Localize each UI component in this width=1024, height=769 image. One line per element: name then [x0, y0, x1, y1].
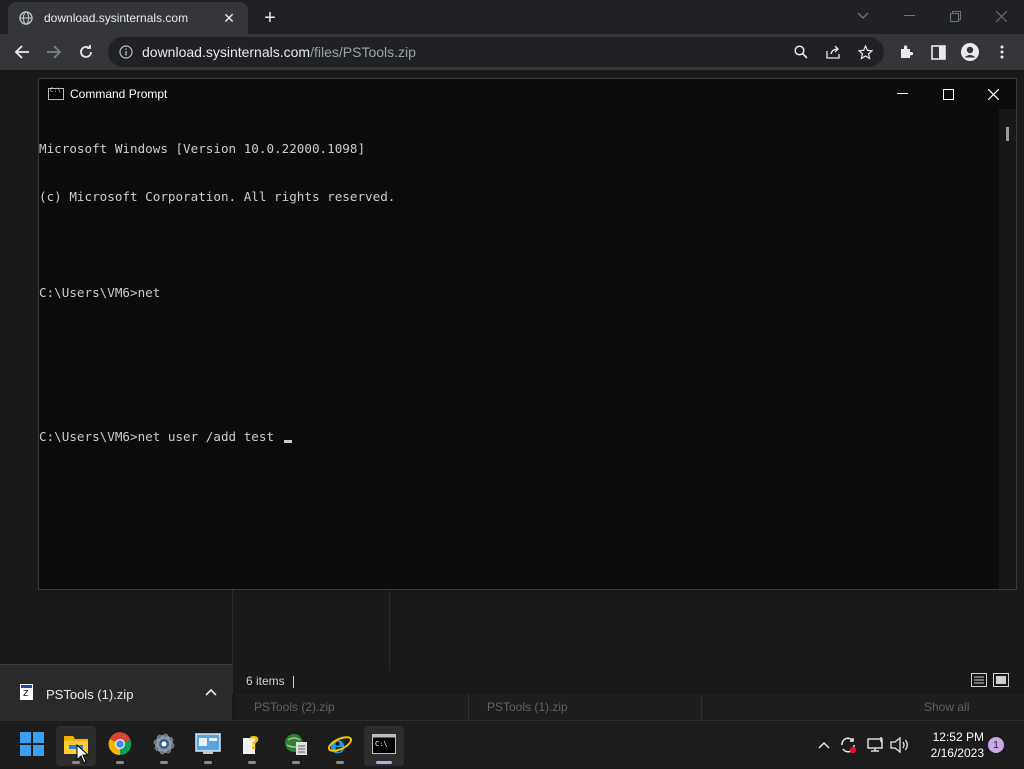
settings-icon: [152, 732, 176, 761]
taskbar-chrome[interactable]: [100, 726, 140, 766]
running-indicator: [292, 761, 300, 764]
mouse-pointer-icon: [76, 743, 90, 769]
tab-search-icon[interactable]: [840, 4, 886, 28]
reload-button[interactable]: [72, 38, 100, 66]
tab-close-icon[interactable]: ✕: [220, 9, 238, 27]
site-info-icon[interactable]: [118, 44, 134, 60]
file-explorer-window: [232, 590, 1017, 694]
chrome-icon: [108, 731, 132, 761]
restore-icon[interactable]: [932, 4, 978, 28]
start-button[interactable]: [12, 726, 52, 766]
download-item[interactable]: Z PSTools (1).zip: [18, 683, 133, 706]
zip-file-icon: Z: [18, 683, 36, 706]
search-icon[interactable]: [790, 41, 812, 63]
download-item-name: PSTools (1).zip: [46, 687, 134, 702]
svg-text:Z: Z: [23, 689, 29, 698]
console-line: (c) Microsoft Corporation. All rights re…: [39, 189, 396, 204]
internet-explorer-icon: e: [327, 730, 353, 761]
taskbar-internet-explorer[interactable]: e: [320, 726, 360, 766]
new-tab-button[interactable]: +: [258, 6, 282, 30]
ghost-download-bar: PSTools (2).zip PSTools (1).zip Show all: [236, 694, 1024, 720]
large-icons-view-icon[interactable]: [993, 673, 1009, 687]
console-scrollbar-thumb[interactable]: [1006, 127, 1009, 141]
taskbar-help[interactable]: ?: [232, 726, 272, 766]
explorer-status-text: 6 items: [246, 674, 294, 688]
console-output[interactable]: Microsoft Windows [Version 10.0.22000.10…: [39, 109, 1001, 589]
volume-icon[interactable]: [890, 735, 910, 755]
explorer-divider: [389, 590, 390, 670]
cmd-close-button[interactable]: [970, 79, 1016, 109]
console-current-command: C:\Users\VM6>net user /add test: [39, 429, 282, 444]
console-line: Microsoft Windows [Version 10.0.22000.10…: [39, 141, 366, 156]
command-prompt-icon: C:\: [372, 733, 396, 759]
console-scrollbar[interactable]: [999, 109, 1016, 589]
network-icon: [284, 732, 308, 761]
browser-tabstrip: download.sysinternals.com ✕ +: [0, 0, 1024, 34]
clock-date: 2/16/2023: [930, 746, 984, 760]
text-cursor: [283, 440, 292, 443]
url-path: /files/PSTools.zip: [310, 44, 416, 60]
svg-text:C:\: C:\: [375, 740, 388, 748]
chevron-up-icon[interactable]: [814, 735, 834, 755]
cmd-maximize-button[interactable]: [925, 79, 971, 109]
close-window-icon[interactable]: [978, 4, 1024, 28]
browser-toolbar: download.sysinternals.com/files/PSTools.…: [0, 34, 1024, 70]
windows-logo-icon: [20, 731, 44, 761]
tab-title: download.sysinternals.com: [44, 11, 189, 25]
sync-icon[interactable]: [838, 735, 858, 755]
control-panel-icon: [195, 732, 221, 760]
back-button[interactable]: [8, 38, 36, 66]
details-view-icon[interactable]: [971, 673, 987, 687]
taskbar-settings[interactable]: [144, 726, 184, 766]
bookmark-star-icon[interactable]: [854, 41, 876, 63]
cmd-title: Command Prompt: [70, 87, 168, 101]
running-indicator: [160, 761, 168, 764]
cmd-minimize-button[interactable]: [879, 79, 925, 109]
taskbar-clock[interactable]: 12:52 PM 2/16/2023: [918, 729, 984, 761]
menu-kebab-icon[interactable]: [988, 38, 1016, 66]
profile-icon[interactable]: [956, 38, 984, 66]
side-panel-icon[interactable]: [924, 38, 952, 66]
chevron-up-icon[interactable]: [205, 685, 217, 699]
help-icon: ?: [241, 732, 263, 761]
running-indicator: [204, 761, 212, 764]
console-input-line[interactable]: C:\Users\VM6>net user /add test: [39, 429, 1001, 445]
notification-badge[interactable]: 1: [988, 737, 1004, 753]
running-indicator: [248, 761, 256, 764]
command-prompt-window[interactable]: Command Prompt Microsoft Windows [Versio…: [38, 78, 1017, 590]
console-line: C:\Users\VM6>net: [39, 285, 161, 300]
url-host: download.sysinternals.com: [142, 44, 311, 60]
ghost-download-item: PSTools (1).zip: [469, 694, 702, 720]
browser-tab[interactable]: download.sysinternals.com ✕: [8, 2, 248, 34]
clock-time: 12:52 PM: [932, 730, 984, 744]
share-icon[interactable]: [822, 41, 844, 63]
network-status-icon[interactable]: [866, 735, 886, 755]
globe-icon: [18, 10, 34, 26]
ghost-download-item: PSTools (2).zip: [236, 694, 469, 720]
forward-button[interactable]: [40, 38, 68, 66]
ghost-show-all: Show all: [924, 700, 970, 714]
active-indicator: [376, 761, 392, 764]
taskbar-network-tool[interactable]: [276, 726, 316, 766]
extensions-icon[interactable]: [892, 38, 920, 66]
taskbar-command-prompt[interactable]: C:\: [364, 726, 404, 766]
address-bar[interactable]: download.sysinternals.com/files/PSTools.…: [108, 37, 884, 67]
download-shelf: Z PSTools (1).zip: [0, 664, 232, 720]
command-prompt-icon: [48, 87, 64, 100]
cmd-titlebar[interactable]: Command Prompt: [39, 79, 1016, 109]
minimize-icon[interactable]: [886, 4, 932, 28]
running-indicator: [116, 761, 124, 764]
taskbar: ? e C:\ 12:52 PM 2/16/2023 1: [0, 720, 1024, 768]
taskbar-control-panel[interactable]: [188, 726, 228, 766]
svg-text:?: ?: [249, 733, 259, 754]
running-indicator: [336, 761, 344, 764]
